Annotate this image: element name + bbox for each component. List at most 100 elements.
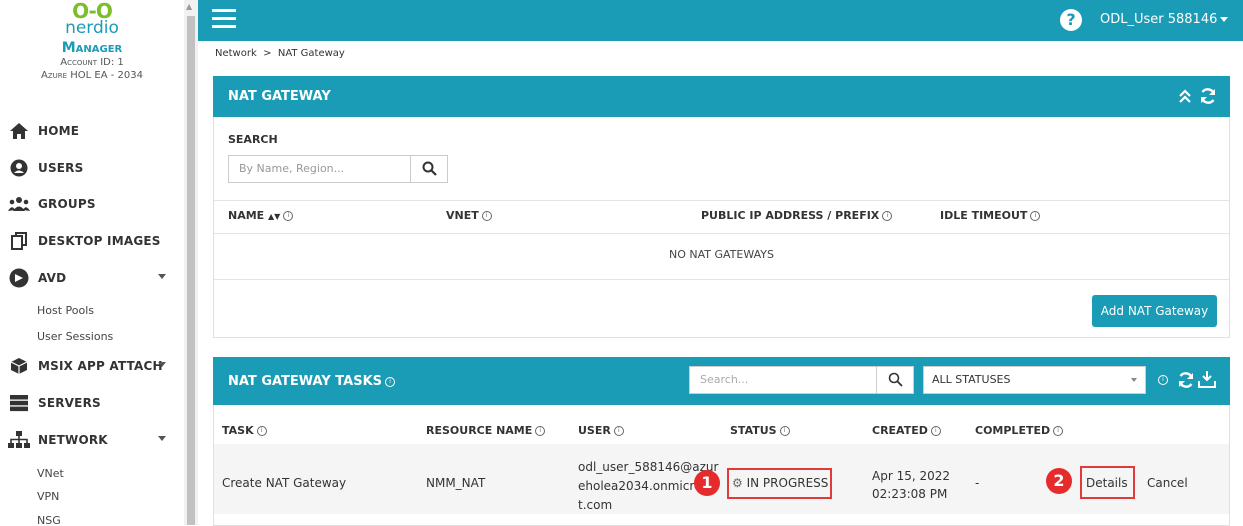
info-icon: i (882, 211, 893, 221)
sidebar-subitem-host-pools[interactable]: Host Pools (37, 304, 94, 317)
empty-state-text: NO NAT GATEWAYS (668, 248, 774, 261)
user-name: ODL_User 588146 (1100, 12, 1218, 27)
sort-icon[interactable]: ▲▼ (268, 212, 280, 221)
search-button[interactable] (410, 155, 448, 183)
column-label: STATUS (730, 424, 777, 437)
column-label: IDLE TIMEOUT (940, 209, 1028, 222)
sidebar-item-servers[interactable]: SERVERS (0, 385, 184, 421)
column-label: TASK (222, 424, 254, 437)
sidebar-item-groups[interactable]: GROUPS (0, 186, 184, 222)
panel-title: NAT GATEWAY (228, 89, 331, 104)
completed-date: - (975, 476, 980, 490)
column-label: PUBLIC IP ADDRESS / PREFIX (701, 209, 880, 222)
column-label: NAME (228, 209, 265, 222)
column-header-completed: COMPLETED i (975, 424, 1064, 437)
created-date: Apr 15, 2022 02:23:08 PM (872, 467, 950, 503)
info-icon: i (613, 426, 624, 436)
sidebar-item-users[interactable]: USERS (0, 150, 184, 186)
info-icon: i (481, 211, 492, 221)
group-icon (8, 193, 30, 215)
table-row (214, 444, 1229, 514)
status-filter-select[interactable]: ALL STATUSES (923, 366, 1146, 394)
created-line: Apr 15, 2022 (872, 469, 951, 483)
sidebar-item-label: AVD (38, 271, 67, 285)
nat-gateway-panel-header: NAT GATEWAY (213, 76, 1230, 117)
info-icon: i (283, 211, 294, 221)
divider (214, 279, 1229, 280)
tasks-title: NAT GATEWAY TASKS (228, 374, 383, 389)
sidebar-item-network[interactable]: NETWORK (0, 422, 184, 458)
sidebar-subitem-nsg[interactable]: NSG (37, 514, 61, 525)
sidebar-item-label: HOME (38, 124, 80, 138)
collapse-icon[interactable] (1179, 88, 1191, 108)
home-icon (8, 120, 30, 142)
sidebar-item-label: DESKTOP IMAGES (38, 234, 161, 248)
resource-name: NMM_NAT (426, 476, 486, 490)
add-nat-gateway-button[interactable]: Add NAT Gateway (1092, 295, 1217, 327)
sidebar-item-avd[interactable]: AVD (0, 260, 184, 296)
column-header-task: TASK i (222, 424, 267, 437)
cancel-button[interactable]: Cancel (1147, 476, 1188, 490)
user-line: t.com (578, 498, 613, 512)
annotation-badge-2: 2 (1046, 468, 1072, 494)
sidebar-item-label: NETWORK (38, 433, 108, 447)
task-search-input[interactable]: Search... (689, 366, 877, 394)
scrollbar-thumb[interactable] (187, 16, 195, 525)
download-icon[interactable] (1198, 370, 1216, 392)
info-icon: i (1158, 375, 1168, 385)
sitemap-icon (8, 429, 30, 451)
column-label: RESOURCE NAME (426, 424, 533, 437)
chevron-down-icon[interactable] (158, 274, 166, 279)
sidebar-item-home[interactable]: HOME (0, 113, 184, 149)
sidebar: O-O nerdio Manager Account ID: 1 Azure H… (0, 0, 185, 525)
sidebar-item-desktop-images[interactable]: DESKTOP IMAGES (0, 223, 184, 259)
sidebar-item-label: USERS (38, 161, 84, 175)
column-label: COMPLETED (975, 424, 1051, 437)
refresh-icon[interactable] (1177, 371, 1195, 393)
info-icon: i (1030, 211, 1041, 221)
status-filter-value: ALL STATUSES (932, 373, 1011, 386)
account-id: Account ID: 1 (60, 57, 124, 68)
column-header-vnet: VNET i (446, 209, 492, 222)
caret-down-icon (1220, 17, 1229, 22)
task-search-button[interactable] (876, 366, 914, 394)
divider (214, 233, 1229, 234)
sidebar-item-label: GROUPS (38, 197, 96, 211)
chevron-down-icon[interactable] (158, 362, 166, 367)
sidebar-subitem-vpn[interactable]: VPN (37, 490, 59, 503)
info-icon: i (1053, 426, 1064, 436)
product-name: Manager (61, 40, 123, 56)
chevron-down-icon (1131, 378, 1137, 382)
sidebar-subitem-user-sessions[interactable]: User Sessions (37, 330, 113, 343)
question-icon[interactable]: ? (1060, 9, 1082, 31)
chevron-down-icon[interactable] (158, 436, 166, 441)
column-header-resource: RESOURCE NAME i (426, 424, 546, 437)
refresh-icon[interactable] (1199, 87, 1217, 109)
copy-icon (8, 230, 30, 252)
column-header-name[interactable]: NAME ▲▼ i (228, 209, 294, 222)
info-icon: i (779, 426, 790, 436)
column-header-idle-timeout: IDLE TIMEOUT i (940, 209, 1041, 222)
tasks-panel-header: NAT GATEWAY TASKS i Search... ALL STATUSE… (213, 357, 1230, 405)
brand: O-O nerdio Manager Account ID: 1 Azure H… (0, 0, 184, 82)
search-icon (422, 161, 437, 180)
top-bar: ? ODL_User 588146 (198, 0, 1243, 41)
column-header-created: CREATED i (872, 424, 941, 437)
info-icon: i (930, 426, 941, 436)
sidebar-item-label: SERVERS (38, 396, 101, 410)
sidebar-subitem-vnet[interactable]: VNet (37, 467, 64, 480)
details-button[interactable]: Details (1086, 476, 1128, 490)
column-header-user: USER i (578, 424, 624, 437)
info-icon: i (385, 376, 396, 387)
sidebar-item-msix-app-attach[interactable]: MSIX APP ATTACH (0, 348, 184, 384)
column-label: VNET (446, 209, 479, 222)
status-badge: ⚙ IN PROGRESS (732, 476, 828, 490)
search-input[interactable]: By Name, Region... (228, 155, 411, 183)
column-label: CREATED (872, 424, 928, 437)
user-menu[interactable]: ODL_User 588146 (1100, 12, 1229, 27)
sidebar-item-label: MSIX APP ATTACH (38, 359, 163, 373)
server-icon (8, 392, 30, 414)
hamburger-menu-icon[interactable] (212, 9, 236, 33)
scroll-up-icon[interactable]: ▲ (186, 2, 192, 11)
box-icon (8, 355, 30, 377)
